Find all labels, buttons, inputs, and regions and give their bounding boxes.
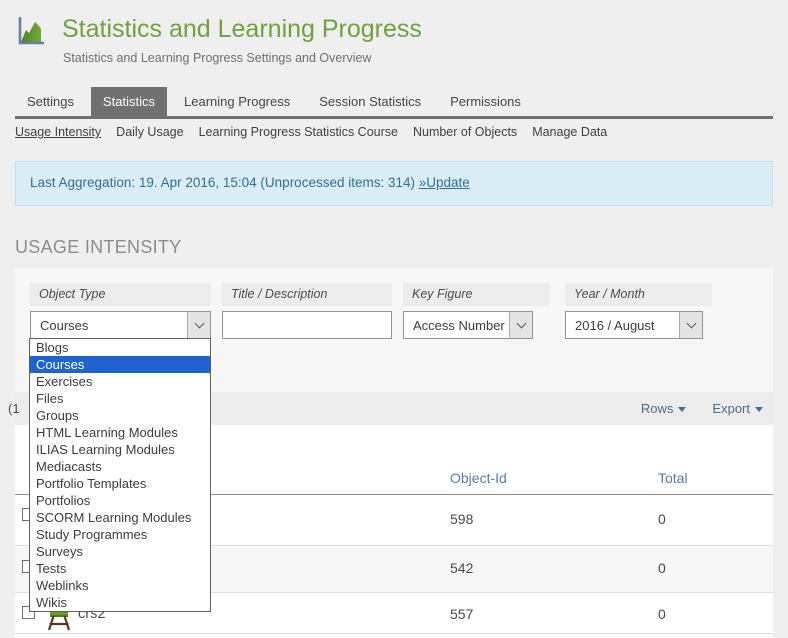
statistics-chart-icon	[12, 14, 48, 50]
subtab-bar: Usage Intensity Daily Usage Learning Pro…	[15, 125, 773, 139]
key-figure-selected-value: Access Number	[404, 318, 509, 333]
dropdown-option[interactable]: HTML Learning Modules	[30, 424, 210, 441]
object-type-dropdown-list: Blogs Courses Exercises Files Groups HTM…	[29, 338, 211, 612]
chevron-down-icon	[686, 319, 696, 329]
object-type-select-arrow[interactable]	[187, 312, 210, 338]
update-link[interactable]: »Update	[419, 175, 470, 190]
filter-label-title-description: Title / Description	[222, 283, 392, 306]
export-dropdown-button[interactable]: Export	[712, 401, 763, 416]
subtab-lp-statistics-course[interactable]: Learning Progress Statistics Course	[199, 125, 398, 139]
tab-session-statistics[interactable]: Session Statistics	[307, 87, 433, 116]
subtab-daily-usage[interactable]: Daily Usage	[116, 125, 183, 139]
dropdown-option[interactable]: Weblinks	[30, 577, 210, 594]
object-id-cell: 557	[450, 606, 473, 622]
year-month-select-arrow[interactable]	[679, 312, 702, 338]
export-label: Export	[712, 401, 750, 416]
total-cell: 0	[658, 606, 666, 622]
tab-bar: Settings Statistics Learning Progress Se…	[15, 87, 773, 119]
object-id-cell: 598	[450, 511, 473, 527]
statistics-page: Statistics and Learning Progress Statist…	[0, 0, 788, 638]
dropdown-option[interactable]: Tests	[30, 560, 210, 577]
year-month-select[interactable]: 2016 / August	[565, 311, 703, 339]
title-description-field-wrap	[222, 311, 392, 339]
caret-down-icon	[755, 407, 763, 412]
subtab-manage-data[interactable]: Manage Data	[532, 125, 607, 139]
total-cell: 0	[658, 511, 666, 527]
dropdown-option[interactable]: Mediacasts	[30, 458, 210, 475]
dropdown-option[interactable]: Study Programmes	[30, 526, 210, 543]
page-header: Statistics and Learning Progress Statist…	[12, 12, 773, 72]
section-heading: USAGE INTENSITY	[15, 237, 182, 258]
dropdown-option[interactable]: Files	[30, 390, 210, 407]
rows-dropdown-button[interactable]: Rows	[641, 401, 687, 416]
tab-settings[interactable]: Settings	[15, 87, 86, 116]
page-subtitle: Statistics and Learning Progress Setting…	[63, 51, 372, 65]
key-figure-select[interactable]: Access Number	[403, 311, 533, 339]
aggregation-info-text: Last Aggregation: 19. Apr 2016, 15:04 (U…	[30, 175, 419, 190]
object-id-cell: 542	[450, 560, 473, 576]
column-header-total[interactable]: Total	[658, 470, 688, 486]
title-description-input[interactable]	[223, 312, 391, 338]
dropdown-option[interactable]: Surveys	[30, 543, 210, 560]
filter-label-year-month: Year / Month	[565, 283, 712, 306]
chevron-down-icon	[516, 319, 526, 329]
caret-down-icon	[678, 407, 686, 412]
year-month-selected-value: 2016 / August	[566, 318, 679, 333]
tab-statistics[interactable]: Statistics	[91, 87, 167, 116]
tab-permissions[interactable]: Permissions	[438, 87, 533, 116]
subtab-usage-intensity[interactable]: Usage Intensity	[15, 125, 101, 139]
chevron-down-icon	[194, 319, 204, 329]
key-figure-select-arrow[interactable]	[509, 312, 532, 338]
dropdown-option[interactable]: SCORM Learning Modules	[30, 509, 210, 526]
total-cell: 0	[658, 560, 666, 576]
dropdown-option-selected[interactable]: Courses	[30, 356, 210, 373]
dropdown-option[interactable]: Exercises	[30, 373, 210, 390]
dropdown-option[interactable]: Portfolio Templates	[30, 475, 210, 492]
dropdown-option[interactable]: Groups	[30, 407, 210, 424]
toolbar-links: Rows Export	[641, 392, 763, 425]
dropdown-option[interactable]: ILIAS Learning Modules	[30, 441, 210, 458]
subtab-number-of-objects[interactable]: Number of Objects	[413, 125, 517, 139]
dropdown-option[interactable]: Blogs	[30, 339, 210, 356]
filter-label-object-type: Object Type	[30, 283, 211, 306]
object-type-select[interactable]: Courses	[30, 311, 211, 339]
object-type-selected-value: Courses	[31, 318, 187, 333]
dropdown-option[interactable]: Wikis	[30, 594, 210, 611]
pagination-text: (1	[8, 401, 20, 416]
rows-label: Rows	[641, 401, 674, 416]
filter-label-key-figure: Key Figure	[403, 283, 550, 306]
aggregation-info-banner: Last Aggregation: 19. Apr 2016, 15:04 (U…	[15, 161, 773, 206]
tab-learning-progress[interactable]: Learning Progress	[172, 87, 302, 116]
dropdown-option[interactable]: Portfolios	[30, 492, 210, 509]
column-header-object-id[interactable]: Object-Id	[450, 470, 507, 486]
page-title: Statistics and Learning Progress	[62, 15, 422, 44]
